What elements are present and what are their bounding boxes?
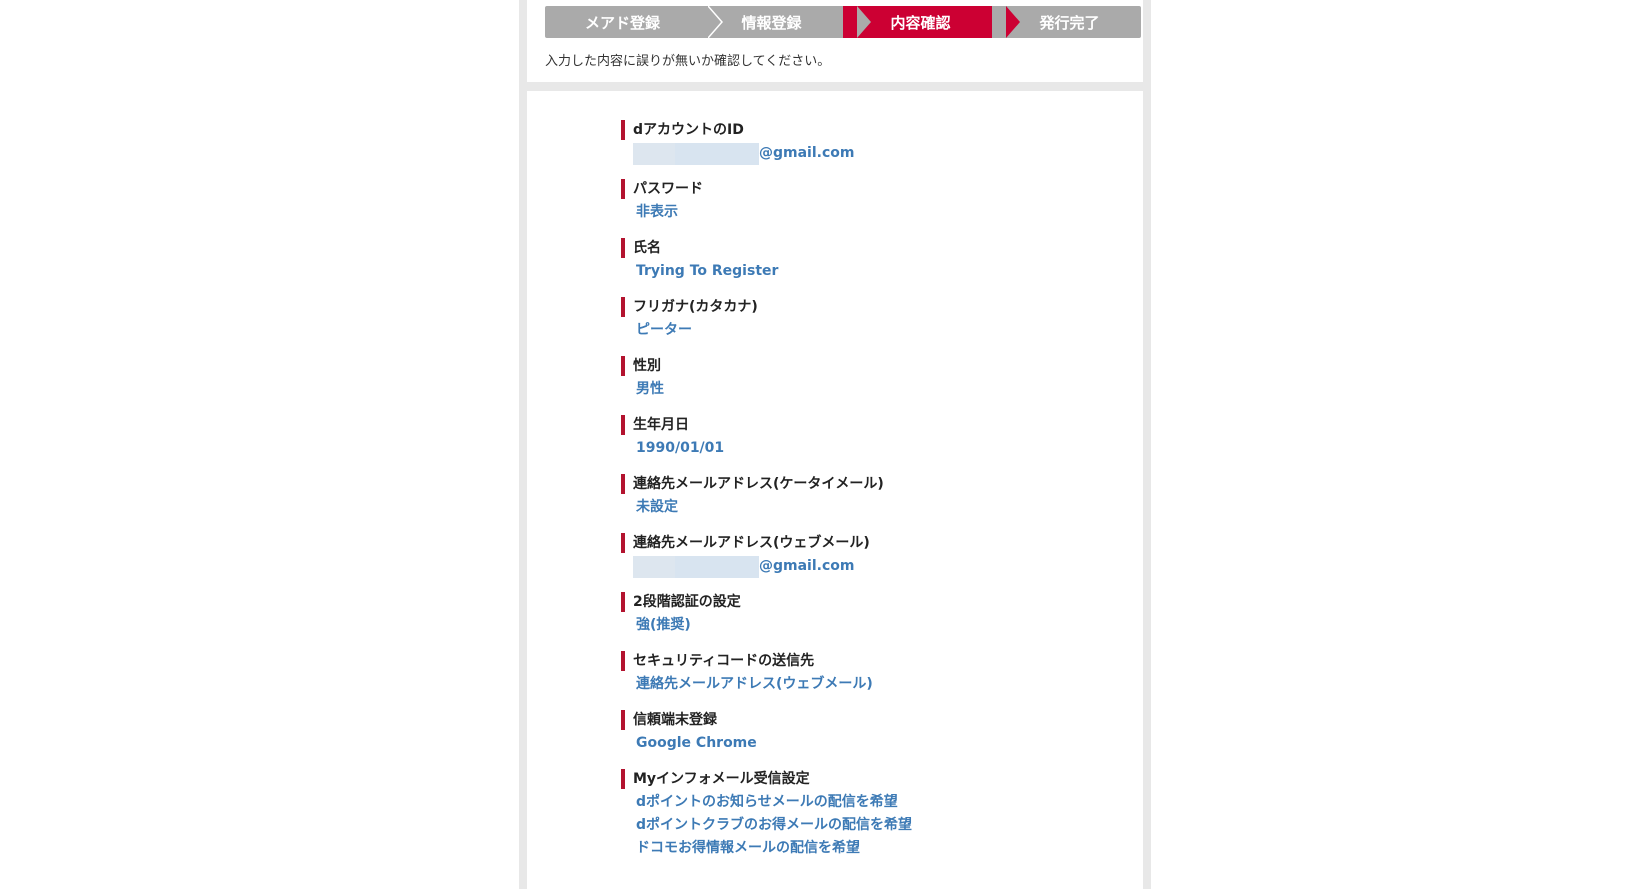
confirmation-item: セキュリティコードの送信先連絡先メールアドレス(ウェブメール): [621, 651, 912, 710]
confirmation-item: 信頼端末登録 Google Chrome: [621, 710, 912, 769]
item-value: 男性: [636, 381, 664, 397]
item-label: Myインフォメール受信設定: [621, 769, 912, 789]
confirmation-panel: dアカウントのID @gmail.com パスワード非表示氏名 Trying To R…: [527, 91, 1143, 889]
masked-redaction: [633, 142, 759, 165]
confirmation-item: 性別男性: [621, 356, 912, 415]
email-domain: @gmail.com: [759, 558, 855, 574]
item-value: 未設定: [636, 499, 678, 515]
masked-redaction: [633, 555, 759, 578]
step-email-registration: メアド登録: [545, 6, 723, 38]
item-value: dポイントクラブのお得メールの配信を希望: [636, 817, 913, 833]
item-label: 連絡先メールアドレス(ウェブメール): [621, 533, 912, 553]
item-label: セキュリティコードの送信先: [621, 651, 912, 671]
confirmation-item: 生年月日 1990/01/01: [621, 415, 912, 474]
confirmation-item: フリガナ(カタカナ) ピーター: [621, 297, 912, 356]
page-container: メアド登録 情報登録 内容確認 発行完了 入力した内容に誤りが無いか確認してくだ…: [519, 0, 1151, 889]
item-label: フリガナ(カタカナ): [621, 297, 912, 317]
confirmation-item: パスワード非表示: [621, 179, 912, 238]
item-value: ドコモお得情報メールの配信を希望: [636, 840, 860, 856]
intro-text: 入力した内容に誤りが無いか確認してください。: [545, 54, 831, 69]
step-label: 発行完了: [1039, 13, 1100, 32]
item-label: 生年月日: [621, 415, 912, 435]
item-value: dポイントのお知らせメールの配信を希望: [636, 794, 898, 810]
item-label: 性別: [621, 356, 912, 376]
step-label: 情報登録: [741, 13, 802, 32]
confirmation-item: 氏名 Trying To Register: [621, 238, 912, 297]
item-value: 連絡先メールアドレス(ウェブメール): [636, 676, 873, 692]
item-label: 連絡先メールアドレス(ケータイメール): [621, 474, 912, 494]
confirmation-item: Myインフォメール受信設定 dポイントのお知らせメールの配信を希望 dポイントクラブ…: [621, 769, 912, 856]
item-value: 非表示: [636, 204, 678, 220]
item-value: @gmail.com: [621, 142, 912, 166]
item-label: 信頼端末登録: [621, 710, 912, 730]
item-label: dアカウントのID: [621, 120, 912, 140]
confirmation-item: 連絡先メールアドレス(ケータイメール) 未設定: [621, 474, 912, 533]
item-value: Google Chrome: [636, 735, 757, 751]
item-label: 氏名: [621, 238, 912, 258]
email-domain: @gmail.com: [759, 145, 855, 161]
item-value: Trying To Register: [636, 263, 779, 279]
progress-panel: メアド登録 情報登録 内容確認 発行完了 入力した内容に誤りが無いか確認してくだ…: [527, 0, 1143, 82]
confirmation-item: dアカウントのID @gmail.com: [621, 120, 912, 179]
item-label: 2段階認証の設定: [621, 592, 912, 612]
step-label: メアド登録: [584, 13, 660, 32]
item-value: 1990/01/01: [636, 440, 725, 456]
confirmation-item: 連絡先メールアドレス(ウェブメール) @gmail.com: [621, 533, 912, 592]
item-value: 強(推奨): [636, 617, 691, 633]
item-label: パスワード: [621, 179, 912, 199]
item-value: @gmail.com: [621, 555, 912, 579]
confirmation-item: 2段階認証の設定強(推奨): [621, 592, 912, 651]
item-value: ピーター: [636, 322, 692, 338]
confirmation-list: dアカウントのID @gmail.com パスワード非表示氏名 Trying To R…: [621, 120, 912, 856]
step-progress-bar: メアド登録 情報登録 内容確認 発行完了: [545, 6, 1141, 38]
step-label: 内容確認: [890, 13, 951, 32]
